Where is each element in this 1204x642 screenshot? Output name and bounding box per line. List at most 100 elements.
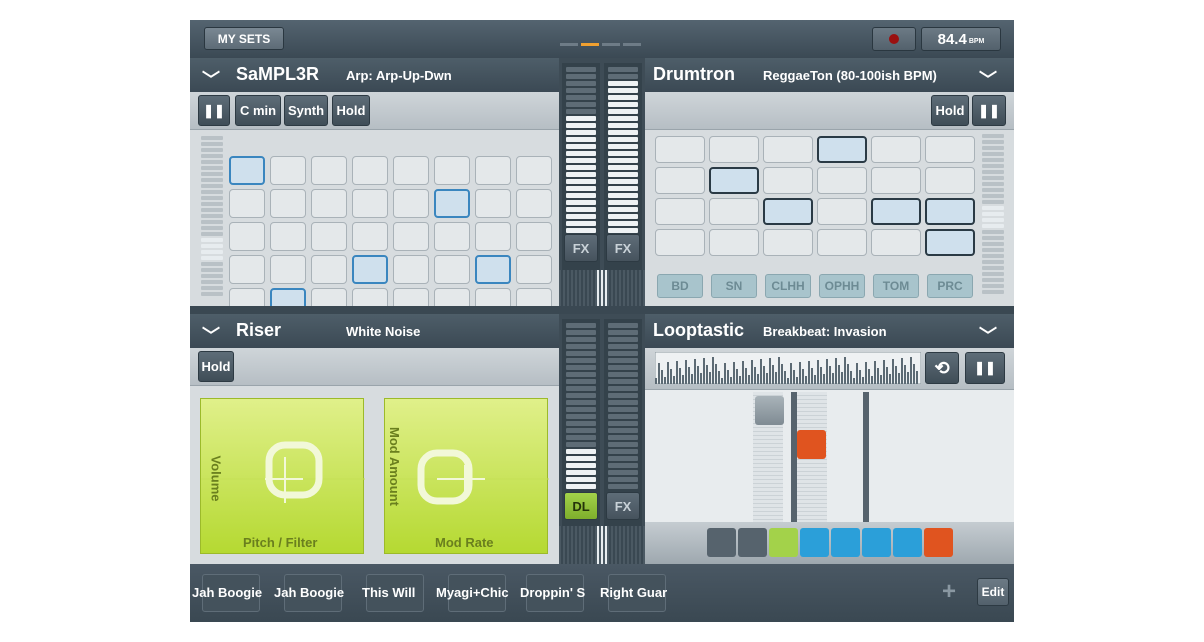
sampler-pad[interactable]: [270, 255, 306, 284]
sampler-pad[interactable]: [311, 222, 347, 251]
drum-step-pad[interactable]: [925, 167, 975, 194]
drum-step-pad[interactable]: [709, 136, 759, 163]
drum-step-pad[interactable]: [925, 229, 975, 256]
my-sets-button[interactable]: MY SETS: [204, 27, 284, 50]
drum-step-pad[interactable]: [871, 167, 921, 194]
drum-step-pad[interactable]: [763, 136, 813, 163]
drum-step-pad[interactable]: [655, 167, 705, 194]
drum-step-pad[interactable]: [871, 229, 921, 256]
drum-row-label[interactable]: BD: [657, 274, 703, 298]
hold-button[interactable]: Hold: [931, 95, 969, 126]
volume-pitch-pad[interactable]: Volume Pitch / Filter: [200, 398, 365, 554]
sampler-subtitle[interactable]: Arp: Arp-Up-Dwn: [346, 68, 452, 83]
bpm-display[interactable]: 84.4 BPM: [921, 27, 1001, 51]
hold-button[interactable]: Hold: [198, 351, 234, 382]
sampler-pad[interactable]: [516, 189, 552, 218]
drum-step-pad[interactable]: [709, 198, 759, 225]
drum-step-pad[interactable]: [817, 167, 867, 194]
sampler-pad[interactable]: [475, 156, 511, 185]
page-indicator-active[interactable]: [581, 43, 599, 46]
sampler-pad[interactable]: [393, 156, 429, 185]
sampler-pad[interactable]: [475, 255, 511, 284]
riser-subtitle[interactable]: White Noise: [346, 324, 420, 339]
drum-row-label[interactable]: OPHH: [819, 274, 865, 298]
page-indicator-1[interactable]: [560, 43, 578, 46]
looptastic-subtitle[interactable]: Breakbeat: Invasion: [763, 324, 887, 339]
clip-gray-icon[interactable]: [755, 396, 784, 425]
drum-step-pad[interactable]: [709, 167, 759, 194]
sampler-pad[interactable]: [352, 222, 388, 251]
drum-step-pad[interactable]: [763, 198, 813, 225]
fx-button-2[interactable]: FX: [606, 234, 640, 262]
dl-button[interactable]: DL: [564, 492, 598, 520]
clip-slot-gray-icon[interactable]: [738, 528, 767, 557]
page-indicator-4[interactable]: [623, 43, 641, 46]
add-set-icon[interactable]: +: [942, 578, 956, 606]
collapse-chevron-icon[interactable]: ﹀: [202, 322, 220, 348]
collapse-chevron-icon[interactable]: ﹀: [202, 66, 220, 92]
loop-button[interactable]: ⟲: [925, 352, 959, 384]
sampler-pad[interactable]: [352, 189, 388, 218]
sampler-pad[interactable]: [229, 156, 265, 185]
pause-button[interactable]: ❚❚: [972, 95, 1006, 126]
sampler-pad[interactable]: [270, 189, 306, 218]
sampler-pad[interactable]: [434, 255, 470, 284]
drum-step-pad[interactable]: [655, 136, 705, 163]
sampler-pad[interactable]: [352, 156, 388, 185]
sampler-pad[interactable]: [434, 222, 470, 251]
clip-slot-gray-icon[interactable]: [707, 528, 736, 557]
fx-button-4[interactable]: FX: [606, 492, 640, 520]
sampler-pad[interactable]: [475, 222, 511, 251]
pause-button[interactable]: ❚❚: [965, 352, 1005, 384]
sampler-pad[interactable]: [434, 156, 470, 185]
drum-step-pad[interactable]: [655, 229, 705, 256]
crossfader-handle[interactable]: [597, 270, 607, 306]
clip-slot-blue-icon[interactable]: [862, 528, 891, 557]
drum-row-label[interactable]: CLHH: [765, 274, 811, 298]
crossfader-handle[interactable]: [597, 526, 607, 564]
sampler-pad[interactable]: [229, 189, 265, 218]
sampler-pad[interactable]: [311, 189, 347, 218]
clip-slot-blue-icon[interactable]: [893, 528, 922, 557]
sampler-pad[interactable]: [516, 255, 552, 284]
collapse-chevron-icon[interactable]: ﹀: [979, 322, 997, 348]
clip-slot-orange-icon[interactable]: [924, 528, 953, 557]
key-button[interactable]: C min: [235, 95, 281, 126]
sampler-pad[interactable]: [516, 156, 552, 185]
drum-step-pad[interactable]: [871, 136, 921, 163]
drum-step-pad[interactable]: [817, 229, 867, 256]
sampler-pad[interactable]: [270, 222, 306, 251]
drum-step-pad[interactable]: [709, 229, 759, 256]
sampler-pad[interactable]: [270, 156, 306, 185]
hold-button[interactable]: Hold: [332, 95, 370, 126]
drum-step-pad[interactable]: [817, 198, 867, 225]
drum-row-label[interactable]: TOM: [873, 274, 919, 298]
sampler-pad[interactable]: [393, 222, 429, 251]
drum-step-pad[interactable]: [763, 229, 813, 256]
sampler-pad[interactable]: [229, 222, 265, 251]
clip-slot-blue-icon[interactable]: [831, 528, 860, 557]
waveform-overview[interactable]: [655, 352, 921, 384]
clip-slot-green-icon[interactable]: [769, 528, 798, 557]
fx-button-1[interactable]: FX: [564, 234, 598, 262]
sampler-pad[interactable]: [352, 255, 388, 284]
clip-slot-blue-icon[interactable]: [800, 528, 829, 557]
clip-orange-icon[interactable]: [797, 430, 826, 459]
pause-button[interactable]: ❚❚: [198, 95, 230, 126]
mod-amount-rate-pad[interactable]: Mod Amount Mod Rate: [384, 398, 549, 554]
collapse-chevron-icon[interactable]: ﹀: [979, 66, 997, 92]
page-indicator-3[interactable]: [602, 43, 620, 46]
edit-button[interactable]: Edit: [977, 578, 1009, 606]
drumtron-subtitle[interactable]: ReggaeTon (80-100ish BPM): [763, 68, 937, 83]
record-button[interactable]: [872, 27, 916, 51]
drum-step-pad[interactable]: [655, 198, 705, 225]
drum-step-pad[interactable]: [925, 198, 975, 225]
sampler-pad[interactable]: [393, 189, 429, 218]
sampler-pad[interactable]: [393, 255, 429, 284]
sampler-pad[interactable]: [311, 156, 347, 185]
drum-step-pad[interactable]: [925, 136, 975, 163]
sampler-pad[interactable]: [516, 222, 552, 251]
sampler-pad[interactable]: [434, 189, 470, 218]
drum-row-label[interactable]: SN: [711, 274, 757, 298]
sampler-pad[interactable]: [229, 255, 265, 284]
